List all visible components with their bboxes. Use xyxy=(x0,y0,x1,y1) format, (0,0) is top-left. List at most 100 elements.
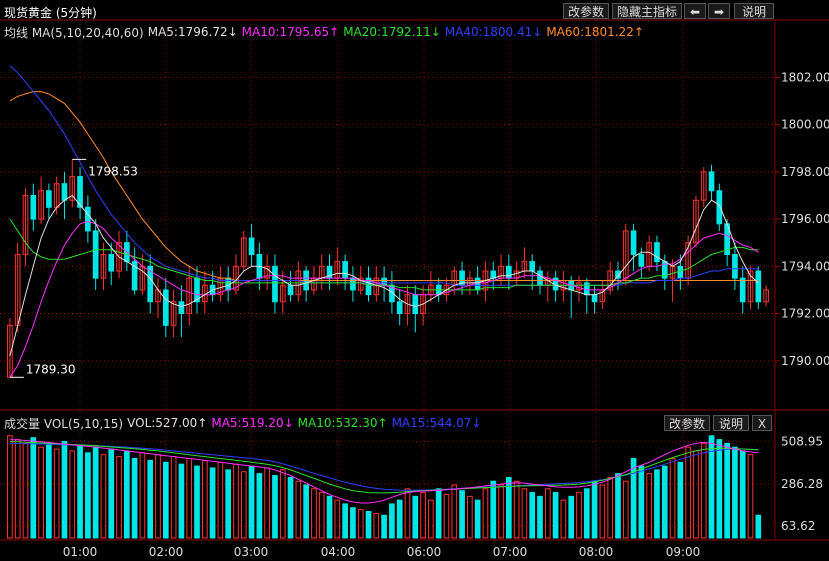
volume-bar xyxy=(661,465,668,539)
candle-body xyxy=(716,190,723,225)
volume-bar xyxy=(451,484,458,539)
volume-bar xyxy=(474,499,481,539)
volume-bar xyxy=(389,503,395,539)
candle-body xyxy=(342,261,348,279)
volume-bar xyxy=(326,495,333,539)
volume-bar xyxy=(170,456,177,539)
candle-body xyxy=(583,282,590,296)
volume-bar xyxy=(498,484,504,539)
candle-body xyxy=(474,277,481,291)
volume-bar xyxy=(646,473,653,539)
candle-body xyxy=(396,301,403,315)
volume-bar xyxy=(685,446,691,539)
volume-bar xyxy=(194,465,200,539)
volume-bar xyxy=(123,450,130,539)
candle-body xyxy=(490,270,497,279)
volume-bar xyxy=(162,461,169,539)
x-tick-label: 01:00 xyxy=(63,545,98,559)
volume-bar xyxy=(295,480,302,539)
volume-bar xyxy=(303,484,309,539)
volume-bar xyxy=(342,503,348,539)
volume-bar xyxy=(420,492,426,539)
volume-bar xyxy=(732,446,738,539)
volume-bar xyxy=(69,450,76,539)
volume-bar xyxy=(318,492,325,539)
volume-bar xyxy=(654,469,660,539)
volume-bar xyxy=(396,499,403,539)
candle-body xyxy=(654,242,660,263)
candle-body xyxy=(108,254,115,272)
candle-body xyxy=(248,237,255,256)
candle-body xyxy=(630,230,637,256)
volume-bar xyxy=(513,480,520,539)
volume-bar xyxy=(435,488,442,539)
volume-bar xyxy=(739,450,746,539)
volume-bar xyxy=(209,467,216,539)
x-tick-label: 06:00 xyxy=(407,545,442,559)
volume-bar xyxy=(38,446,44,539)
volume-bar xyxy=(622,480,629,539)
volume-bar xyxy=(147,459,154,539)
candle-body xyxy=(85,206,91,232)
volume-bar xyxy=(583,488,590,539)
x-tick-label: 07:00 xyxy=(493,545,528,559)
volume-bar xyxy=(568,495,575,539)
volume-bar xyxy=(521,488,528,539)
volume-bar xyxy=(7,435,13,539)
volume-bar xyxy=(591,480,598,539)
volume-bar xyxy=(755,514,762,539)
candle-body xyxy=(381,277,387,286)
volume-bar xyxy=(630,458,637,539)
volume-bar xyxy=(428,499,434,539)
volume-bar xyxy=(357,509,364,539)
high-price-label: 1798.53 xyxy=(88,164,138,178)
vol-ma5-line xyxy=(9,439,759,504)
volume-bar xyxy=(61,440,68,539)
candle-body xyxy=(350,277,356,291)
volume-bar xyxy=(30,437,37,539)
volume-bar xyxy=(693,450,699,539)
candle-body xyxy=(287,284,294,296)
volume-bar xyxy=(178,463,185,539)
volume-bar xyxy=(412,495,419,539)
candle-body xyxy=(591,294,598,303)
candle-body xyxy=(272,265,278,303)
volume-bar xyxy=(404,488,411,539)
volume-bar xyxy=(443,493,450,539)
y-tick-label: 1794.00 xyxy=(781,259,829,273)
candle-body xyxy=(412,294,419,315)
candle-body xyxy=(755,270,762,303)
candle-body xyxy=(638,254,645,267)
low-price-label: 1789.30 xyxy=(26,362,76,376)
y-tick-label: 1798.00 xyxy=(781,165,829,179)
candle-body xyxy=(529,261,536,272)
volume-bar xyxy=(459,490,465,539)
volume-bar xyxy=(677,461,684,539)
volume-bar xyxy=(467,495,473,539)
y-tick-label: 1796.00 xyxy=(781,212,829,226)
volume-bar xyxy=(724,442,730,539)
volume-bar xyxy=(529,492,536,539)
volume-bar xyxy=(22,442,29,539)
vol-y-tick-label: 286.28 xyxy=(781,477,823,491)
y-tick-label: 1800.00 xyxy=(781,118,829,132)
candle-body xyxy=(732,254,738,279)
volume-bar xyxy=(217,461,224,539)
volume-bar xyxy=(108,448,115,539)
vol-y-tick-label: 63.62 xyxy=(781,519,815,533)
volume-bar xyxy=(131,458,138,539)
volume-bar xyxy=(264,467,271,539)
volume-bar xyxy=(272,475,278,539)
volume-bar xyxy=(256,473,263,539)
volume-bar xyxy=(576,492,582,539)
x-tick-label: 08:00 xyxy=(579,545,614,559)
volume-bar xyxy=(14,439,21,539)
volume-bar xyxy=(139,452,146,539)
candle-body xyxy=(61,183,68,201)
volume-bar xyxy=(233,463,239,539)
volume-bar xyxy=(638,465,645,539)
volume-bar xyxy=(53,448,60,539)
volume-bar xyxy=(100,454,107,539)
volume-bar xyxy=(92,446,99,539)
x-tick-label: 02:00 xyxy=(149,545,184,559)
